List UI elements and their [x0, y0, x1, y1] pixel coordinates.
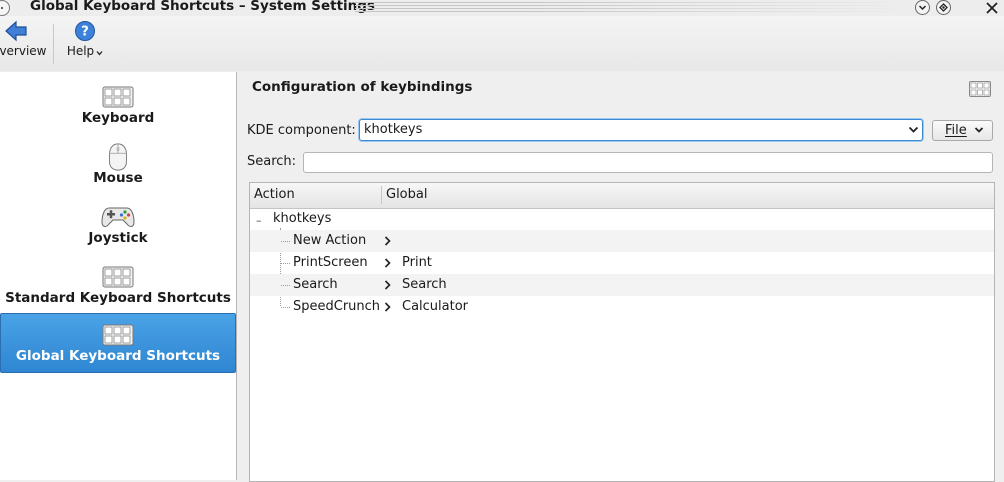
tree-branch-line: [281, 263, 290, 264]
search-label: Search:: [247, 154, 297, 169]
page-title: Configuration of keybindings: [252, 79, 473, 95]
chevron-down-icon: [908, 126, 919, 133]
tree-header: Action Global: [250, 183, 994, 209]
sidebar-item-label: Joystick: [88, 230, 148, 246]
overview-button[interactable]: Overview: [0, 20, 47, 58]
sidebar-item-mouse[interactable]: Mouse: [0, 136, 236, 196]
column-header-action[interactable]: Action: [254, 187, 295, 202]
chevron-right-icon: [384, 302, 391, 312]
minimize-button[interactable]: [915, 0, 930, 15]
close-icon: [985, 1, 998, 14]
help-icon: ?: [75, 21, 95, 41]
window-titlebar: Global Keyboard Shortcuts – System Setti…: [0, 0, 1004, 16]
chevron-right-icon: [384, 258, 391, 268]
back-arrow-icon: [5, 20, 27, 42]
tree-group-row[interactable]: – khotkeys: [250, 208, 994, 230]
keyboard-icon: [969, 81, 991, 97]
sidebar-item-standard-shortcuts[interactable]: Standard Keyboard Shortcuts: [0, 256, 236, 316]
chevron-right-icon: [384, 280, 391, 290]
action-cell: Search: [293, 277, 338, 292]
mouse-icon: [109, 143, 127, 171]
sidebar-item-joystick[interactable]: Joystick: [0, 196, 236, 256]
table-row[interactable]: Search Search: [250, 274, 994, 296]
main-toolbar: Overview ? Help: [0, 16, 1004, 71]
group-label: khotkeys: [273, 211, 332, 226]
table-row[interactable]: New Action: [250, 230, 994, 252]
sidebar-item-label: Keyboard: [81, 110, 155, 126]
sidebar-item-label: Standard Keyboard Shortcuts: [5, 290, 231, 306]
tree-branch-line: [281, 285, 290, 286]
sidebar-item-label: Global Keyboard Shortcuts: [15, 348, 221, 364]
tree-branch-line: [281, 307, 290, 308]
window-menu-button[interactable]: [0, 0, 10, 16]
action-cell: SpeedCrunch: [293, 299, 381, 314]
sidebar-item-label: Mouse: [93, 170, 143, 186]
titlebar-decoration: [355, 2, 905, 14]
chevron-down-icon: [96, 51, 103, 56]
collapse-icon[interactable]: –: [256, 214, 262, 227]
kde-component-label: KDE component:: [247, 123, 356, 138]
action-cell: PrintScreen: [293, 255, 368, 270]
help-menu-button[interactable]: ? Help: [64, 20, 106, 58]
column-header-global[interactable]: Global: [386, 187, 427, 202]
category-sidebar: Keyboard Mouse Joystick Standard Keyboar…: [0, 72, 237, 480]
table-row[interactable]: SpeedCrunch Calculator: [250, 296, 994, 318]
column-separator: [381, 186, 382, 204]
main-panel: Configuration of keybindings KDE compone…: [238, 72, 1004, 482]
tree-branch-line: [281, 241, 290, 242]
svg-text:?: ?: [81, 25, 89, 40]
keep-above-button[interactable]: [936, 0, 951, 15]
search-input[interactable]: [303, 152, 993, 173]
global-shortcut-cell: Calculator: [402, 299, 469, 314]
file-button-label: File: [945, 123, 967, 138]
overview-label: Overview: [0, 44, 47, 58]
diamond-icon: [939, 3, 948, 12]
sidebar-item-global-shortcuts[interactable]: Global Keyboard Shortcuts: [0, 313, 236, 373]
global-shortcut-cell: Print: [402, 255, 432, 270]
kde-component-select[interactable]: khotkeys: [359, 119, 923, 141]
toolbar-separator: [53, 24, 54, 64]
chevron-down-icon: [918, 5, 927, 11]
joystick-icon: [101, 207, 135, 227]
table-row[interactable]: PrintScreen Print: [250, 252, 994, 274]
chevron-right-icon: [384, 236, 391, 246]
help-label: Help: [66, 44, 95, 58]
global-shortcut-cell: Search: [402, 277, 447, 292]
chevron-down-icon: [974, 127, 984, 133]
keyboard-icon: [102, 324, 134, 346]
keyboard-icon: [102, 266, 134, 288]
action-cell: New Action: [293, 233, 367, 248]
shortcuts-tree[interactable]: Action Global – khotkeys New Action Prin…: [249, 182, 995, 482]
kde-component-value: khotkeys: [364, 122, 423, 137]
file-menu-button[interactable]: File: [932, 120, 993, 141]
keyboard-icon: [102, 86, 134, 108]
sidebar-item-keyboard[interactable]: Keyboard: [0, 76, 236, 136]
close-button[interactable]: [984, 0, 999, 15]
window-title: Global Keyboard Shortcuts – System Setti…: [30, 0, 375, 14]
